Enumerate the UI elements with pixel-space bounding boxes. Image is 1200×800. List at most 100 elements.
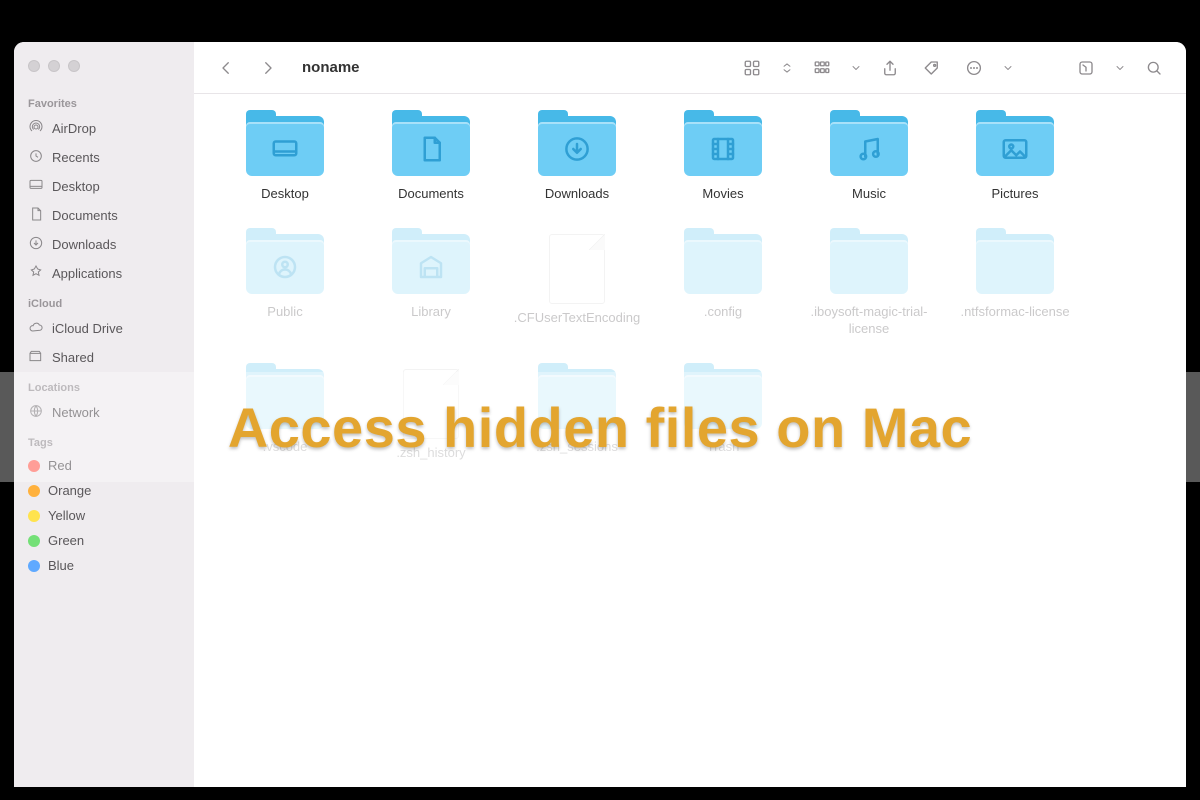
folder-item[interactable]: .iboysoft-magic-trial-license — [796, 234, 942, 337]
share-button[interactable] — [876, 54, 904, 82]
sidebar-item-label: Yellow — [48, 508, 85, 523]
file-icon — [403, 369, 459, 439]
forward-button[interactable] — [254, 54, 282, 82]
sidebar-item[interactable]: Red — [14, 453, 194, 478]
folder-item[interactable]: Library — [358, 234, 504, 337]
folder-item[interactable]: Pictures — [942, 116, 1088, 202]
sidebar-section-header: Tags — [14, 427, 194, 453]
folder-icon — [830, 116, 908, 178]
folder-item[interactable]: .config — [650, 234, 796, 337]
item-label: .iboysoft-magic-trial-license — [804, 304, 934, 337]
item-label: Desktop — [261, 186, 309, 202]
item-label: Downloads — [545, 186, 609, 202]
folder-item[interactable]: Music — [796, 116, 942, 202]
sidebar-item[interactable]: Green — [14, 528, 194, 553]
traffic-lights — [14, 56, 194, 88]
sidebar-item-label: Documents — [52, 208, 118, 223]
sidebar-item[interactable]: Yellow — [14, 503, 194, 528]
folder-item[interactable]: .zsh_sessions — [504, 369, 650, 461]
folder-icon — [976, 116, 1054, 178]
sidebar-section-header: iCloud — [14, 288, 194, 314]
cloud-icon — [28, 319, 44, 338]
sidebar-item[interactable]: Network — [14, 398, 194, 427]
cooperate-button[interactable] — [1072, 54, 1100, 82]
sidebar-item-label: Blue — [48, 558, 74, 573]
sidebar-item-label: AirDrop — [52, 121, 96, 136]
group-button[interactable] — [808, 54, 836, 82]
view-options-toggle[interactable] — [780, 54, 794, 82]
group-chevron-icon[interactable] — [850, 54, 862, 82]
tag-dot-icon — [28, 460, 40, 472]
sidebar-item[interactable]: Blue — [14, 553, 194, 578]
item-label: Trash — [707, 439, 740, 455]
folder-item[interactable]: Downloads — [504, 116, 650, 202]
sidebar-item-label: Downloads — [52, 237, 116, 252]
actions-button[interactable] — [960, 54, 988, 82]
folder-item[interactable]: Public — [212, 234, 358, 337]
folder-icon — [246, 116, 324, 178]
toolbar: noname — [194, 42, 1186, 94]
folder-item[interactable]: Trash — [650, 369, 796, 461]
sidebar: Favorites AirDrop Recents Desktop Documents D… — [14, 42, 194, 787]
view-icons-button[interactable] — [738, 54, 766, 82]
sidebar-item[interactable]: Desktop — [14, 172, 194, 201]
cooperate-chevron-icon[interactable] — [1114, 54, 1126, 82]
folder-item[interactable]: .ntfsformac-license — [942, 234, 1088, 337]
item-label: Pictures — [992, 186, 1039, 202]
doc-icon — [28, 206, 44, 225]
folder-icon — [392, 116, 470, 178]
folder-icon — [684, 116, 762, 178]
minimize-dot[interactable] — [48, 60, 60, 72]
folder-item[interactable]: .vscode — [212, 369, 358, 461]
content-area: Desktop Documents Downloads Movies Music Pict… — [194, 94, 1186, 787]
file-item[interactable]: .CFUserTextEncoding — [504, 234, 650, 337]
download-icon — [28, 235, 44, 254]
sidebar-item-label: Orange — [48, 483, 91, 498]
sidebar-item[interactable]: Recents — [14, 143, 194, 172]
sidebar-item-label: iCloud Drive — [52, 321, 123, 336]
sidebar-section-header: Favorites — [14, 88, 194, 114]
folder-icon — [246, 369, 324, 431]
sidebar-item-label: Recents — [52, 150, 100, 165]
finder-window: FavoritesAirDropRecentsDesktopDocumentsD… — [14, 42, 1186, 787]
sidebar-item[interactable]: Orange — [14, 478, 194, 503]
close-dot[interactable] — [28, 60, 40, 72]
folder-item[interactable]: Desktop — [212, 116, 358, 202]
sidebar-item-label: Red — [48, 458, 72, 473]
file-item[interactable]: .zsh_history — [358, 369, 504, 461]
sidebar-item-label: Desktop — [52, 179, 100, 194]
zoom-dot[interactable] — [68, 60, 80, 72]
tags-button[interactable] — [918, 54, 946, 82]
sidebar-item[interactable]: Downloads — [14, 230, 194, 259]
item-label: .config — [704, 304, 742, 320]
actions-chevron-icon[interactable] — [1002, 54, 1014, 82]
sidebar-item[interactable]: AirDrop — [14, 114, 194, 143]
item-label: Music — [852, 186, 886, 202]
sidebar-item-label: Green — [48, 533, 84, 548]
item-label: Movies — [702, 186, 743, 202]
item-label: .CFUserTextEncoding — [514, 310, 640, 326]
tag-dot-icon — [28, 485, 40, 497]
sidebar-item-label: Network — [52, 405, 100, 420]
main-panel: noname — [194, 42, 1186, 787]
globe-icon — [28, 403, 44, 422]
sidebar-item[interactable]: iCloud Drive — [14, 314, 194, 343]
search-button[interactable] — [1140, 54, 1168, 82]
folder-item[interactable]: Movies — [650, 116, 796, 202]
folder-icon — [538, 369, 616, 431]
folder-icon — [392, 234, 470, 296]
folder-icon — [684, 234, 762, 296]
sidebar-item[interactable]: Applications — [14, 259, 194, 288]
item-label: .zsh_sessions — [536, 439, 618, 455]
sidebar-item[interactable]: Documents — [14, 201, 194, 230]
sidebar-item-label: Shared — [52, 350, 94, 365]
folder-icon — [830, 234, 908, 296]
back-button[interactable] — [212, 54, 240, 82]
desktop-icon — [28, 177, 44, 196]
folder-icon — [684, 369, 762, 431]
apps-icon — [28, 264, 44, 283]
folder-icon — [538, 116, 616, 178]
sidebar-item[interactable]: Shared — [14, 343, 194, 372]
sidebar-item-label: Applications — [52, 266, 122, 281]
folder-item[interactable]: Documents — [358, 116, 504, 202]
